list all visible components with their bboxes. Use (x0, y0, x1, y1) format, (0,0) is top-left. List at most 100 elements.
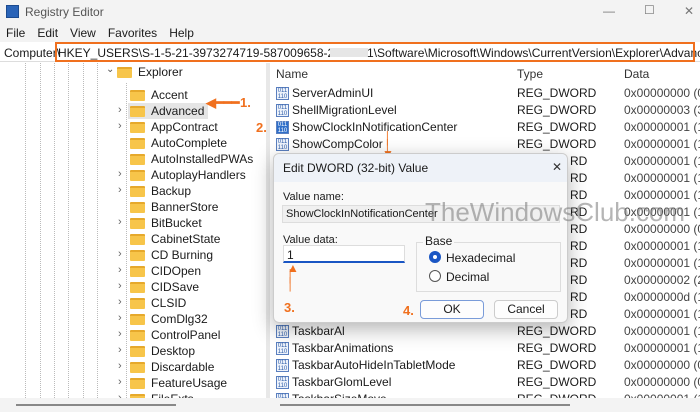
table-row[interactable]: 011 110 TaskbarAutoHideInTabletMode REG_DWO… (270, 357, 700, 374)
dword-value-icon: 011110 (276, 376, 289, 389)
chevron-right-icon[interactable]: › (118, 120, 128, 132)
chevron-down-icon[interactable]: ⌄ (106, 64, 114, 75)
hex-label[interactable]: Hexadecimal (446, 251, 515, 265)
chevron-right-icon[interactable]: › (118, 168, 128, 180)
column-header-data[interactable]: Data (624, 67, 649, 81)
table-row[interactable]: 011 110 TaskbarAnimations REG_DWORD 0x000000… (270, 340, 700, 357)
horizontal-scrollbar[interactable] (0, 398, 700, 412)
table-row[interactable]: 011 110 ShellMigrationLevel REG_DWORD 0x0000… (270, 102, 700, 119)
tree-item[interactable]: ControlPanel (130, 327, 220, 343)
folder-icon (130, 153, 145, 165)
chevron-right-icon[interactable]: › (118, 344, 128, 356)
value-data: 0x0000000d (13 (624, 290, 700, 304)
menu-help[interactable]: Help (169, 24, 194, 42)
value-type: RD (570, 171, 588, 185)
address-prefix: Computer\ (4, 46, 61, 60)
column-header-name[interactable]: Name (276, 67, 308, 81)
chevron-right-icon[interactable]: › (118, 296, 128, 308)
scroll-thumb-left[interactable] (16, 404, 176, 406)
ok-button[interactable]: OK (420, 300, 484, 319)
chevron-right-icon[interactable]: › (118, 376, 128, 388)
tree-item-label: AutoComplete (151, 136, 228, 150)
tree-item-label: Discardable (151, 360, 215, 374)
value-data: 0x00000002 (2) (624, 273, 700, 287)
table-row[interactable]: 011 110 TaskbarAl REG_DWORD 0x00000001 (1) (270, 323, 700, 340)
tree-item[interactable]: BitBucket (130, 215, 202, 231)
folder-icon (130, 329, 145, 341)
tree-item-label: CIDSave (151, 280, 200, 294)
tree-item[interactable]: FeatureUsage (130, 375, 227, 391)
column-header-type[interactable]: Type (517, 67, 543, 81)
dialog-close-button[interactable]: ✕ (552, 160, 562, 174)
tree-item[interactable]: CD Burning (130, 247, 213, 263)
value-data-input[interactable]: 1 (283, 245, 405, 263)
table-row[interactable]: 011 110 ShowCompColor REG_DWORD 0x00000001 (… (270, 136, 700, 153)
value-data: 0x00000000 (0) (624, 375, 700, 389)
value-type: REG_DWORD (517, 324, 597, 338)
step-4-label: 4. (403, 303, 414, 318)
chevron-right-icon[interactable]: › (118, 184, 128, 196)
menu-file[interactable]: File (6, 24, 25, 42)
chevron-right-icon[interactable]: › (118, 104, 128, 116)
tree-item[interactable]: CLSID (130, 295, 186, 311)
table-row[interactable]: 011 110 ServerAdminUI REG_DWORD 0x00000000 (… (270, 85, 700, 102)
value-data: 0x00000001 (1) (624, 120, 700, 134)
menu-view[interactable]: View (70, 24, 96, 42)
tree-item[interactable]: CabinetState (130, 231, 220, 247)
tree-item[interactable]: Desktop (130, 343, 195, 359)
tree-item-label: BannerStore (151, 200, 219, 214)
chevron-right-icon[interactable]: › (118, 264, 128, 276)
folder-icon (130, 361, 145, 373)
hex-radio[interactable] (429, 251, 441, 263)
tree-item[interactable]: ComDlg32 (130, 311, 208, 327)
chevron-right-icon[interactable]: › (118, 360, 128, 372)
dec-radio[interactable] (429, 270, 441, 282)
tree-item-explorer[interactable]: Explorer (117, 64, 183, 80)
scroll-thumb-right[interactable] (280, 404, 570, 406)
chevron-right-icon[interactable]: › (118, 248, 128, 260)
dialog-title: Edit DWORD (32-bit) Value (283, 161, 429, 175)
value-data: 0x00000001 (1) (624, 239, 700, 253)
value-data: 0x00000001 (1) (624, 341, 700, 355)
tree-item[interactable]: CIDSave (130, 279, 199, 295)
value-name: TaskbarGlomLevel (292, 375, 392, 389)
dword-value-icon: 011110 (276, 104, 289, 117)
chevron-right-icon[interactable]: › (118, 328, 128, 340)
folder-icon (130, 169, 145, 181)
tree-item-label: AppContract (151, 120, 218, 134)
step-1-label: 1. (240, 95, 251, 110)
tree-item[interactable]: Advanced (128, 103, 209, 119)
value-data: 0x00000001 (1) (624, 154, 700, 168)
menu-edit[interactable]: Edit (37, 24, 58, 42)
maximize-button[interactable]: ☐ (644, 3, 655, 17)
value-type: REG_DWORD (517, 120, 597, 134)
tree-item-label: Desktop (151, 344, 196, 358)
tree-item[interactable]: FileExts (130, 391, 194, 398)
tree-item-label: CabinetState (151, 232, 221, 246)
tree-item[interactable]: Accent (130, 87, 188, 103)
folder-icon (130, 281, 145, 293)
tree-item[interactable]: BannerStore (130, 199, 218, 215)
table-row[interactable]: 011 110 ShowClockInNotificationCenter REG_D… (270, 119, 700, 136)
minimize-button[interactable]: — (603, 4, 615, 18)
tree-item[interactable]: CIDOpen (130, 263, 201, 279)
chevron-right-icon[interactable]: › (118, 280, 128, 292)
close-button[interactable]: ✕ (684, 4, 694, 18)
chevron-right-icon[interactable]: › (118, 216, 128, 228)
tree-item[interactable]: Backup (130, 183, 191, 199)
dec-label[interactable]: Decimal (446, 270, 489, 284)
cancel-button[interactable]: Cancel (494, 300, 558, 319)
folder-icon (130, 265, 145, 277)
table-row[interactable]: 011 110 TaskbarGlomLevel REG_DWORD 0x0000000… (270, 374, 700, 391)
folder-icon (117, 66, 132, 78)
chevron-right-icon[interactable]: › (118, 312, 128, 324)
dword-value-icon: 011110 (276, 359, 289, 372)
tree-item-label: ComDlg32 (151, 312, 208, 326)
tree-item[interactable]: AppContract (130, 119, 218, 135)
value-type: REG_DWORD (517, 375, 597, 389)
tree-item[interactable]: AutoInstalledPWAs (130, 151, 253, 167)
tree-item[interactable]: Discardable (130, 359, 214, 375)
menu-favorites[interactable]: Favorites (108, 24, 157, 42)
tree-item[interactable]: AutoplayHandlers (130, 167, 246, 183)
tree-item[interactable]: AutoComplete (130, 135, 227, 151)
